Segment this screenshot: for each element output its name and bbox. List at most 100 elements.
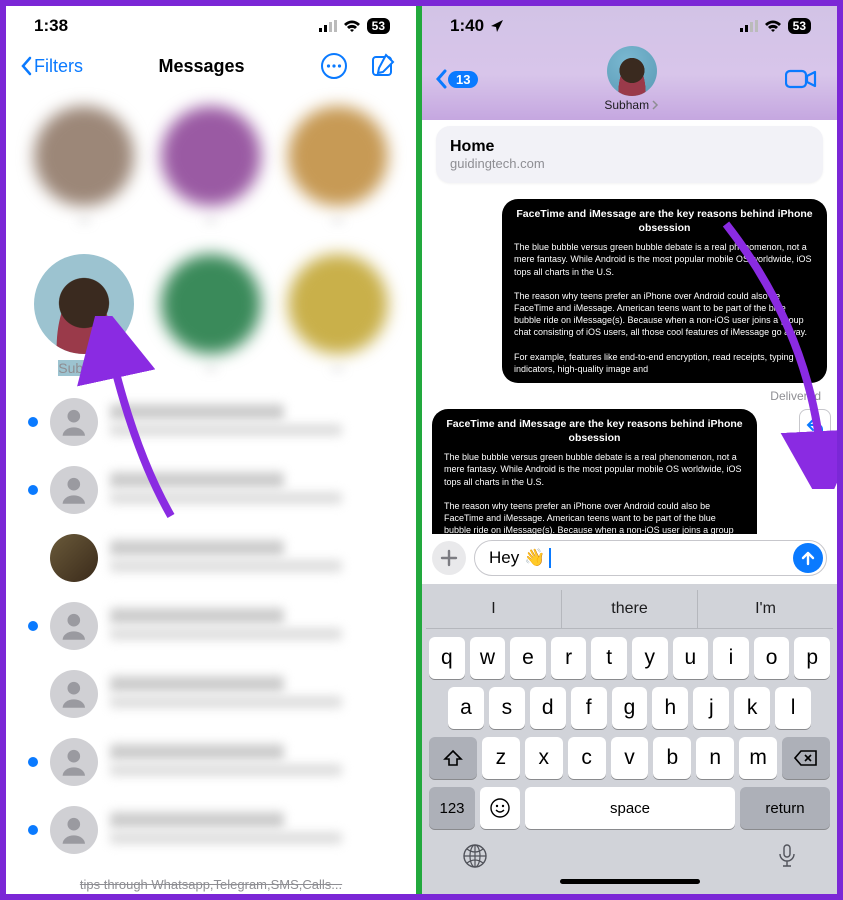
chat-screen: 1:40 53 13 Subham Home guidingtech.com <box>422 6 837 894</box>
message-input-row: Hey 👋 <box>422 534 837 584</box>
pinned-contacts: — — — Subham — — <box>6 86 416 384</box>
pinned-contact-subham[interactable]: Subham <box>34 254 135 376</box>
link-preview-title: Home <box>450 138 809 156</box>
key-h[interactable]: h <box>652 687 688 729</box>
bubble-text: For example, features like end-to-end en… <box>514 351 815 375</box>
attach-button[interactable] <box>432 541 466 575</box>
key-c[interactable]: c <box>568 737 606 779</box>
chevron-left-icon <box>20 56 32 76</box>
conversation-row[interactable] <box>6 796 416 864</box>
key-n[interactable]: n <box>696 737 734 779</box>
unread-dot-icon <box>28 417 38 427</box>
input-text-value: Hey 👋 <box>489 548 545 568</box>
cellular-icon <box>319 20 337 32</box>
key-s[interactable]: s <box>489 687 525 729</box>
pinned-contact[interactable]: — <box>161 254 262 376</box>
key-g[interactable]: g <box>612 687 648 729</box>
messages-area[interactable]: FaceTime and iMessage are the key reason… <box>422 189 837 534</box>
backspace-icon <box>794 749 818 767</box>
filters-button[interactable]: Filters <box>20 56 83 77</box>
send-button[interactable] <box>793 543 823 573</box>
key-p[interactable]: p <box>794 637 830 679</box>
message-text-input[interactable]: Hey 👋 <box>474 540 827 576</box>
contact-name-label: Subham <box>604 98 649 112</box>
battery-indicator: 53 <box>367 18 390 34</box>
messages-title: Messages <box>158 56 244 77</box>
key-a[interactable]: a <box>448 687 484 729</box>
key-k[interactable]: k <box>734 687 770 729</box>
messages-header: Filters Messages <box>6 40 416 86</box>
shift-key[interactable] <box>429 737 477 779</box>
key-j[interactable]: j <box>693 687 729 729</box>
unread-dot-icon <box>28 621 38 631</box>
plus-icon <box>440 549 458 567</box>
backspace-key[interactable] <box>782 737 830 779</box>
bubble-title: FaceTime and iMessage are the key reason… <box>514 207 815 235</box>
conversation-row[interactable] <box>6 592 416 660</box>
sent-message-bubble[interactable]: FaceTime and iMessage are the key reason… <box>502 199 827 383</box>
key-v[interactable]: v <box>611 737 649 779</box>
chevron-right-icon <box>651 100 659 110</box>
key-d[interactable]: d <box>530 687 566 729</box>
key-r[interactable]: r <box>551 637 587 679</box>
globe-key[interactable] <box>462 843 488 869</box>
bubble-text: The reason why teens prefer an iPhone ov… <box>444 500 745 534</box>
reply-button[interactable] <box>799 409 831 441</box>
return-key[interactable]: return <box>740 787 830 829</box>
compose-button[interactable] <box>370 52 396 80</box>
status-bar: 1:40 53 <box>422 6 837 40</box>
conversation-row[interactable] <box>6 728 416 796</box>
conversation-list[interactable] <box>6 384 416 864</box>
unread-dot-icon <box>28 485 38 495</box>
mic-icon <box>777 843 797 869</box>
key-b[interactable]: b <box>653 737 691 779</box>
key-y[interactable]: y <box>632 637 668 679</box>
emoji-key[interactable] <box>480 787 520 829</box>
emoji-icon <box>489 797 511 819</box>
key-f[interactable]: f <box>571 687 607 729</box>
numbers-key[interactable]: 123 <box>429 787 475 829</box>
suggestion[interactable]: I'm <box>698 590 833 628</box>
clock: 1:38 <box>34 16 68 36</box>
key-q[interactable]: q <box>429 637 465 679</box>
more-button[interactable] <box>320 52 348 80</box>
bubble-text: The blue bubble versus green bubble deba… <box>444 451 745 487</box>
conversation-row[interactable] <box>6 388 416 456</box>
key-m[interactable]: m <box>739 737 777 779</box>
pinned-contact[interactable]: — <box>287 254 388 376</box>
facetime-button[interactable] <box>785 68 817 90</box>
received-message-bubble[interactable]: FaceTime and iMessage are the key reason… <box>432 409 757 534</box>
key-w[interactable]: w <box>470 637 506 679</box>
suggestion[interactable]: there <box>562 590 698 628</box>
conversation-row[interactable] <box>6 660 416 728</box>
key-u[interactable]: u <box>673 637 709 679</box>
shift-icon <box>443 749 463 767</box>
pinned-contact[interactable]: — <box>34 106 135 228</box>
unread-count-badge: 13 <box>448 71 478 88</box>
key-x[interactable]: x <box>525 737 563 779</box>
key-e[interactable]: e <box>510 637 546 679</box>
home-indicator[interactable] <box>560 879 700 884</box>
contact-avatar <box>607 46 657 96</box>
conversation-row[interactable] <box>6 456 416 524</box>
bubble-text: The blue bubble versus green bubble deba… <box>514 241 815 277</box>
space-key[interactable]: space <box>525 787 735 829</box>
location-icon <box>490 19 504 33</box>
text-cursor <box>549 548 551 568</box>
conversation-row[interactable] <box>6 524 416 592</box>
dictation-key[interactable] <box>777 843 797 869</box>
back-button[interactable]: 13 <box>434 68 478 90</box>
contact-header[interactable]: Subham <box>604 46 659 112</box>
key-i[interactable]: i <box>713 637 749 679</box>
pinned-contact[interactable]: — <box>287 106 388 228</box>
arrow-up-icon <box>800 550 816 566</box>
pinned-contact[interactable]: — <box>161 106 262 228</box>
link-preview[interactable]: Home guidingtech.com <box>436 126 823 183</box>
key-t[interactable]: t <box>591 637 627 679</box>
key-l[interactable]: l <box>775 687 811 729</box>
key-o[interactable]: o <box>754 637 790 679</box>
suggestion[interactable]: I <box>426 590 562 628</box>
cellular-icon <box>740 20 758 32</box>
key-z[interactable]: z <box>482 737 520 779</box>
pinned-contact-label: Subham <box>58 360 110 376</box>
